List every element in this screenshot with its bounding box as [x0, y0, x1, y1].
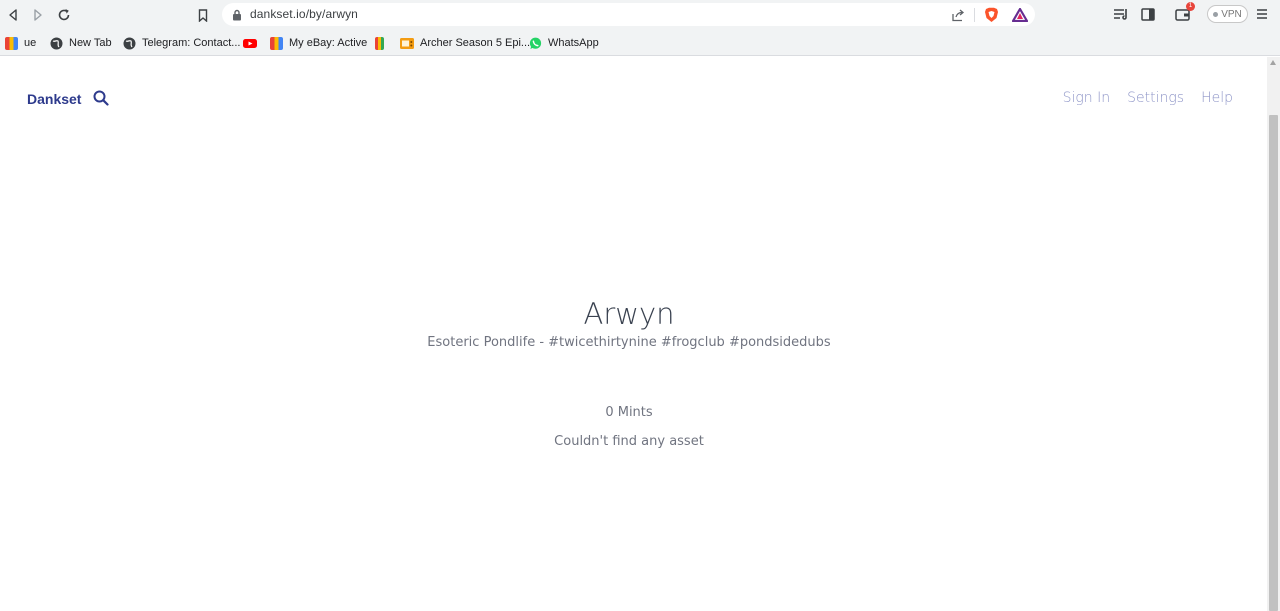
bookmark-label: My eBay: Active	[289, 37, 368, 49]
empty-state-message: Couldn't find any asset	[554, 434, 704, 449]
page-content: Dankset Sign In Settings Help Arwyn Esot…	[0, 57, 1267, 611]
browser-toolbar: dankset.io/by/arwyn 1 VPN	[0, 0, 1280, 29]
vpn-status-icon	[1213, 11, 1219, 17]
bookmark-item[interactable]: Telegram: Contact...	[123, 35, 240, 51]
shopping-bag-icon	[5, 36, 18, 50]
profile-bio: Esoteric Pondlife - #twicethirtynine #fr…	[427, 335, 831, 350]
mints-count: 0 Mints	[605, 405, 653, 420]
reading-list-icon[interactable]	[1112, 5, 1130, 23]
bookmark-item[interactable]	[375, 35, 390, 51]
whatsapp-icon	[529, 37, 542, 49]
bookmark-label: Telegram: Contact...	[142, 37, 241, 49]
tv-icon	[400, 37, 414, 49]
bookmark-item[interactable]	[243, 35, 263, 51]
youtube-icon	[243, 38, 257, 48]
vpn-label: VPN	[1221, 8, 1242, 20]
reload-icon[interactable]	[55, 6, 73, 24]
bookmark-icon[interactable]	[194, 6, 212, 24]
brave-shield-icon[interactable]	[982, 6, 1000, 24]
bookmarks-bar: ue New Tab Telegram: Contact... My eBay:…	[0, 29, 1280, 56]
scroll-thumb[interactable]	[1269, 115, 1278, 611]
help-link[interactable]: Help	[1201, 90, 1233, 106]
bookmark-item[interactable]: My eBay: Active	[270, 35, 367, 51]
top-nav: Sign In Settings Help	[1063, 90, 1233, 106]
profile-name: Arwyn	[583, 297, 675, 331]
lock-icon[interactable]	[228, 6, 246, 24]
bookmark-item[interactable]: Archer Season 5 Epi...	[400, 35, 530, 51]
menu-icon[interactable]	[1253, 5, 1271, 23]
bookmark-label: WhatsApp	[548, 37, 599, 49]
settings-link[interactable]: Settings	[1127, 90, 1184, 106]
shopping-bag-icon	[375, 36, 384, 50]
page-scrollbar[interactable]	[1267, 57, 1280, 611]
bookmark-item[interactable]: WhatsApp	[529, 35, 599, 51]
globe-icon	[50, 37, 63, 49]
search-icon[interactable]	[93, 90, 109, 106]
bookmark-item[interactable]: ue	[5, 35, 36, 51]
back-icon[interactable]	[4, 6, 22, 24]
address-bar[interactable]: dankset.io/by/arwyn	[222, 3, 1035, 26]
shopping-bag-icon	[270, 36, 283, 50]
vpn-button[interactable]: VPN	[1207, 5, 1248, 23]
notification-badge: 1	[1186, 2, 1195, 11]
scroll-up-icon[interactable]	[1270, 60, 1276, 65]
bookmark-item[interactable]: New Tab	[50, 35, 112, 51]
forward-icon[interactable]	[29, 6, 47, 24]
brave-rewards-icon[interactable]	[1011, 6, 1029, 24]
wallet-icon[interactable]: 1	[1174, 2, 1195, 23]
divider	[974, 8, 975, 22]
brand-logo[interactable]: Dankset	[27, 91, 81, 107]
sidebar-icon[interactable]	[1139, 5, 1157, 23]
globe-icon	[123, 37, 136, 49]
bookmark-label: ue	[24, 37, 37, 49]
url-text[interactable]: dankset.io/by/arwyn	[250, 7, 358, 21]
sign-in-link[interactable]: Sign In	[1063, 90, 1111, 106]
bookmark-label: Archer Season 5 Epi...	[420, 37, 531, 49]
bookmark-label: New Tab	[69, 37, 112, 49]
share-icon[interactable]	[949, 6, 967, 24]
